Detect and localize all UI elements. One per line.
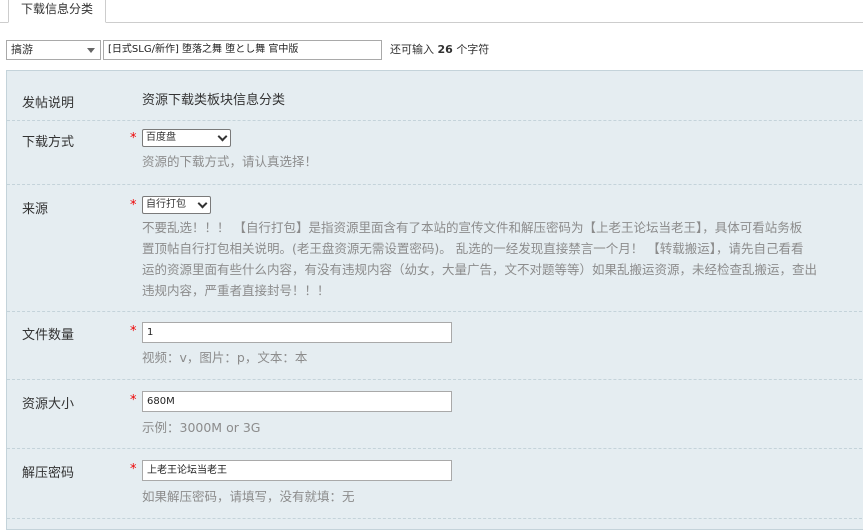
tab-bar: 下载信息分类 — [0, 0, 863, 23]
row-download-method: 下载方式 * 百度盘 资源的下载方式，请认真选择！ — [7, 120, 863, 185]
required-mark: * — [130, 324, 137, 339]
size-input[interactable]: 680M — [142, 391, 452, 412]
row-file-count: 文件数量 * 1 视频：v，图片：p，文本：本 — [7, 311, 863, 380]
required-mark: * — [130, 198, 137, 213]
chevron-down-icon — [217, 131, 228, 142]
required-mark: * — [130, 462, 137, 477]
row-source: 来源 * 自行打包 不要乱选！！！ 【自行打包】是指资源里面含有了本站的宣传文件… — [7, 184, 863, 312]
category-select[interactable]: 搞游 — [6, 40, 101, 60]
row-size: 资源大小 * 680M 示例：3000M or 3G — [7, 379, 863, 449]
file-count-input[interactable]: 1 — [142, 322, 452, 343]
row-password: 解压密码 * 上老王论坛当老王 如果解压密码，请填写，没有就填：无 — [7, 448, 863, 519]
password-input[interactable]: 上老王论坛当老王 — [142, 460, 452, 481]
file-count-label: 文件数量 — [22, 328, 75, 343]
tab-download-info[interactable]: 下载信息分类 — [8, 0, 107, 23]
required-mark: * — [130, 393, 137, 408]
download-method-label: 下载方式 — [22, 135, 75, 150]
intro-label: 发帖说明 — [22, 96, 75, 111]
title-input[interactable]: [日式SLG/新作] 堕落之舞 堕とし舞 官中版 — [103, 40, 382, 60]
file-count-help: 视频：v，图片：p，文本：本 — [142, 350, 308, 365]
classification-panel: 发帖说明 资源下载类板块信息分类 下载方式 * 百度盘 资源的下载方式，请认真选… — [6, 70, 863, 530]
source-help-line-4: 违规内容，严重者直接封号！！！ — [142, 283, 330, 298]
row-intro: 发帖说明 资源下载类板块信息分类 — [7, 71, 863, 121]
download-method-select[interactable]: 百度盘 — [142, 129, 231, 147]
size-help: 示例：3000M or 3G — [142, 420, 261, 435]
dropdown-arrow-icon — [87, 48, 95, 53]
source-select[interactable]: 自行打包 — [142, 196, 211, 214]
category-select-value: 搞游 — [11, 43, 33, 56]
char-remaining: 还可输入 26 个字符 — [390, 43, 490, 56]
size-label: 资源大小 — [22, 397, 75, 412]
chevron-down-icon — [197, 198, 208, 209]
source-help-line-3: 运的资源里面有些什么内容，有没有违规内容（幼女，大量广告，文不对题等等）如果乱搬… — [142, 262, 818, 277]
password-help: 如果解压密码，请填写，没有就填：无 — [142, 489, 355, 504]
intro-text: 资源下载类板块信息分类 — [142, 93, 286, 108]
password-label: 解压密码 — [22, 466, 75, 481]
source-help-line-2: 置顶帖自行打包相关说明。(老王盘资源无需设置密码)。 乱选的一经发现直接禁言一个… — [142, 241, 804, 256]
required-mark: * — [130, 131, 137, 146]
download-method-help: 资源的下载方式，请认真选择！ — [142, 154, 318, 169]
source-label: 来源 — [22, 202, 49, 217]
source-help-line-1: 不要乱选！！！ 【自行打包】是指资源里面含有了本站的宣传文件和解压密码为【上老王… — [142, 220, 803, 235]
char-remaining-count: 26 — [437, 43, 453, 56]
